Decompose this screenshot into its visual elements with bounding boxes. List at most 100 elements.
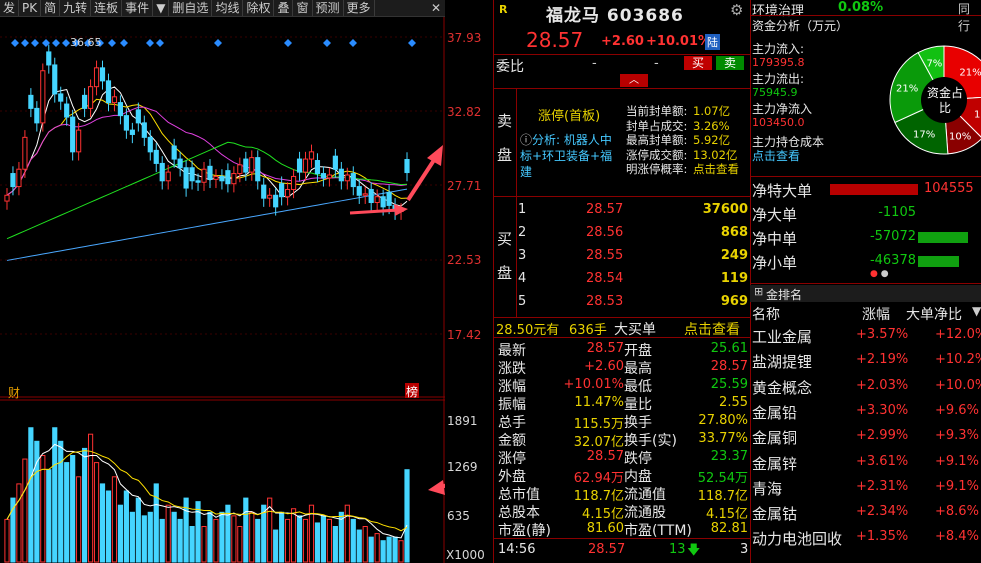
candle[interactable] bbox=[326, 174, 332, 179]
candle[interactable] bbox=[201, 168, 207, 183]
sort-down-icon[interactable]: ▼ bbox=[972, 304, 981, 318]
buy-button[interactable]: 买 bbox=[684, 56, 712, 70]
toolbar-item[interactable]: 均线 bbox=[212, 0, 244, 16]
buy-level-row[interactable]: 1 28.57 37600 bbox=[516, 200, 750, 223]
candle[interactable] bbox=[52, 64, 58, 95]
candle[interactable] bbox=[231, 173, 237, 185]
rank-row[interactable]: 金属铜 +2.99% +9.3% bbox=[750, 425, 981, 450]
candle[interactable] bbox=[320, 173, 327, 179]
rank-row[interactable]: 金属钴 +2.34% +8.6% bbox=[750, 501, 981, 526]
candle[interactable] bbox=[213, 175, 219, 180]
toolbar-item[interactable]: 事件 bbox=[122, 0, 154, 16]
candle[interactable] bbox=[10, 173, 16, 188]
candle[interactable] bbox=[82, 94, 88, 109]
toolbar-item[interactable]: 窗 bbox=[293, 0, 313, 16]
buy-level-row[interactable]: 3 28.55 249 bbox=[516, 246, 750, 269]
candle[interactable] bbox=[22, 136, 28, 170]
candle[interactable] bbox=[141, 122, 147, 138]
candle[interactable] bbox=[380, 196, 386, 208]
candle[interactable] bbox=[225, 170, 231, 185]
toolbar-item[interactable]: 删自选 bbox=[169, 0, 213, 16]
candle[interactable] bbox=[290, 175, 297, 190]
toolbar-item[interactable]: 除权 bbox=[243, 0, 275, 16]
expand-icon[interactable]: ⊞ bbox=[754, 285, 763, 298]
toolbar-close-icon[interactable]: ✕ bbox=[428, 0, 444, 16]
cost-link[interactable]: 点击查看 bbox=[752, 147, 800, 164]
candle[interactable] bbox=[76, 129, 82, 153]
candle[interactable] bbox=[356, 186, 362, 196]
candle[interactable] bbox=[93, 67, 100, 88]
candle[interactable] bbox=[344, 174, 350, 182]
candle[interactable] bbox=[117, 102, 124, 117]
candle[interactable] bbox=[99, 67, 106, 82]
candle[interactable] bbox=[171, 145, 177, 160]
candle[interactable] bbox=[129, 129, 135, 135]
candle[interactable] bbox=[273, 194, 279, 208]
toolbar-item[interactable]: ▼ bbox=[153, 0, 170, 16]
candle[interactable] bbox=[177, 158, 183, 169]
candle[interactable] bbox=[255, 157, 261, 182]
candle[interactable] bbox=[362, 193, 368, 196]
peer-link[interactable]: 同行 bbox=[958, 0, 981, 34]
rank-row[interactable]: 金属锌 +3.61% +9.1% bbox=[750, 451, 981, 476]
candle[interactable] bbox=[183, 167, 189, 189]
candle[interactable] bbox=[243, 158, 249, 173]
candle[interactable] bbox=[16, 168, 22, 188]
candle[interactable] bbox=[165, 171, 171, 182]
candle[interactable] bbox=[314, 160, 321, 175]
candle[interactable] bbox=[374, 196, 380, 204]
sell-button[interactable]: 卖 bbox=[716, 56, 744, 70]
rank-header-pct[interactable]: 涨幅 bbox=[862, 304, 890, 324]
candle[interactable] bbox=[40, 70, 46, 124]
flow-row[interactable]: 净大单 -1105 bbox=[750, 202, 981, 226]
candle[interactable] bbox=[147, 136, 153, 153]
candle[interactable] bbox=[261, 184, 267, 199]
candle[interactable] bbox=[249, 157, 255, 173]
candle[interactable] bbox=[46, 51, 52, 66]
candle[interactable] bbox=[332, 155, 338, 170]
candle[interactable] bbox=[338, 168, 344, 182]
candle[interactable] bbox=[285, 188, 291, 198]
candle[interactable] bbox=[189, 167, 195, 182]
candle[interactable] bbox=[386, 191, 392, 206]
toolbar-item[interactable]: 九转 bbox=[60, 0, 92, 16]
bang-badge[interactable]: 榜 bbox=[405, 383, 419, 399]
rank-header-net[interactable]: 大单净比 bbox=[906, 304, 962, 324]
candle[interactable] bbox=[70, 116, 76, 153]
candle[interactable] bbox=[302, 158, 309, 173]
toolbar-item[interactable]: 简 bbox=[41, 0, 61, 16]
candle[interactable] bbox=[4, 194, 10, 202]
toolbar-item[interactable]: 更多 bbox=[344, 0, 375, 16]
candle[interactable] bbox=[111, 96, 118, 104]
candle[interactable] bbox=[207, 165, 213, 180]
candle[interactable] bbox=[58, 93, 64, 102]
flow-row[interactable]: 净中单 -57072 bbox=[750, 226, 981, 250]
rank-header-name[interactable]: 名称 bbox=[752, 304, 780, 324]
candle[interactable] bbox=[87, 86, 94, 109]
candle[interactable] bbox=[159, 162, 165, 182]
rank-row[interactable]: 动力电池回收 +1.35% +8.4% bbox=[750, 526, 981, 551]
candle[interactable] bbox=[350, 173, 356, 188]
buy-level-row[interactable]: 2 28.56 868 bbox=[516, 223, 750, 246]
toolbar-item[interactable]: 发 bbox=[0, 0, 20, 16]
flow-row[interactable]: 净小单 -46378 bbox=[750, 250, 981, 274]
candle[interactable] bbox=[195, 180, 201, 183]
toolbar-item[interactable]: 预测 bbox=[313, 0, 344, 16]
flow-row[interactable]: 净特大单 104555 bbox=[750, 178, 981, 202]
rank-row[interactable]: 青海 +2.31% +9.1% bbox=[750, 476, 981, 501]
limit-stat-value[interactable]: 点击查看 bbox=[693, 162, 739, 177]
settings-gear-icon[interactable]: ⚙ bbox=[730, 1, 743, 19]
rank-row[interactable]: 盐湖提锂 +2.19% +10.2% bbox=[750, 349, 981, 374]
candle[interactable] bbox=[219, 175, 225, 182]
candle[interactable] bbox=[34, 107, 40, 124]
candle[interactable] bbox=[105, 80, 112, 104]
candle[interactable] bbox=[28, 94, 34, 109]
toolbar-item[interactable]: 连板 bbox=[91, 0, 123, 16]
big-order-link[interactable]: 点击查看 bbox=[684, 319, 740, 339]
toolbar-item[interactable]: PK bbox=[19, 0, 42, 16]
candle[interactable] bbox=[64, 103, 70, 118]
candle[interactable] bbox=[237, 164, 243, 175]
buy-level-row[interactable]: 5 28.53 969 bbox=[516, 292, 750, 315]
kline-chart[interactable] bbox=[0, 17, 445, 563]
candle[interactable] bbox=[308, 151, 315, 160]
